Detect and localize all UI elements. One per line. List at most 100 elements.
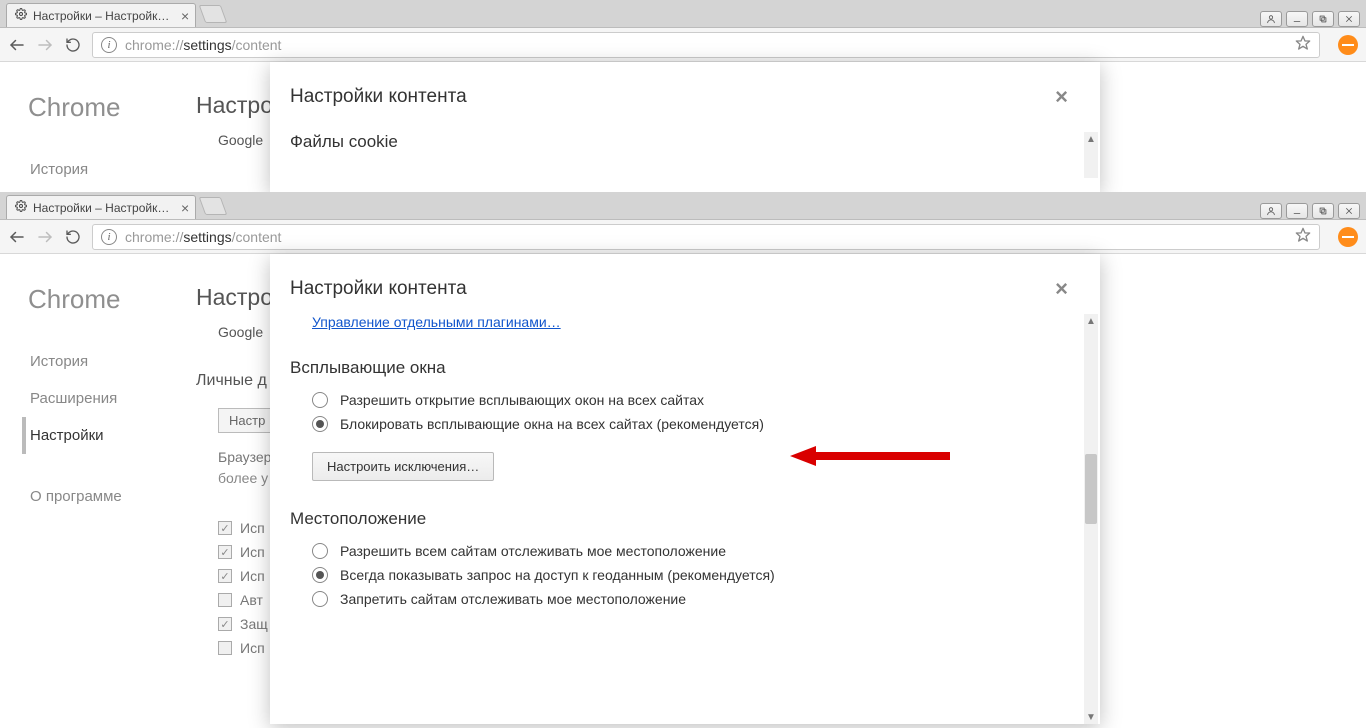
tab-title: Настройки – Настройки к…: [33, 9, 173, 23]
settings-text-more: более у: [218, 470, 268, 486]
settings-button-fragment[interactable]: Настр: [218, 408, 276, 433]
gear-icon: [15, 8, 27, 23]
checkbox-icon: ✓: [218, 569, 232, 583]
url-path: /content: [232, 229, 282, 245]
maximize-button[interactable]: [1312, 11, 1334, 27]
tab-title: Настройки – Настройки к…: [33, 201, 173, 215]
url-scheme: chrome:: [125, 229, 176, 245]
location-ask-label: Всегда показывать запрос на доступ к гео…: [340, 567, 775, 583]
popups-exceptions-button[interactable]: Настроить исключения…: [312, 452, 494, 481]
location-deny-option[interactable]: Запретить сайтам отслеживать мое местопо…: [312, 591, 1072, 607]
checkbox-icon: ✓: [218, 545, 232, 559]
tab-close-icon[interactable]: ×: [181, 201, 189, 215]
browser-tab[interactable]: Настройки – Настройки к… ×: [6, 3, 196, 27]
checkbox-icon: [218, 641, 232, 655]
close-window-button[interactable]: [1338, 203, 1360, 219]
gear-icon: [15, 200, 27, 215]
address-bar[interactable]: i chrome://settings/content: [92, 32, 1320, 58]
dialog-title: Настройки контента: [290, 278, 467, 300]
radio-icon: [312, 591, 328, 607]
popups-allow-label: Разрешить открытие всплывающих окон на в…: [340, 392, 704, 408]
forward-button[interactable]: [36, 228, 54, 246]
radio-icon: [312, 392, 328, 408]
back-button[interactable]: [8, 36, 26, 54]
settings-checkbox-row[interactable]: ✓Исп: [218, 520, 268, 536]
popups-block-option[interactable]: Блокировать всплывающие окна на всех сай…: [312, 416, 1072, 432]
reload-button[interactable]: [64, 228, 82, 246]
radio-icon: [312, 416, 328, 432]
radio-icon: [312, 567, 328, 583]
section-cookies-header: Файлы cookie: [290, 132, 1072, 152]
settings-checkbox-row[interactable]: ✓Исп: [218, 568, 268, 584]
settings-checkbox-row[interactable]: Авт: [218, 592, 268, 608]
checkbox-icon: ✓: [218, 521, 232, 535]
dialog-body: Управление отдельными плагинами… Всплыва…: [270, 314, 1100, 724]
popups-block-label: Блокировать всплывающие окна на всех сай…: [340, 416, 764, 432]
minimize-button[interactable]: [1286, 11, 1308, 27]
new-tab-button[interactable]: [199, 197, 228, 215]
browser-window-bottom: Настройки – Настройки к… × i chrome://se…: [0, 192, 1366, 728]
window-controls: [1260, 203, 1366, 219]
dialog-scrollbar[interactable]: ▲ ▼: [1084, 314, 1098, 724]
extension-adblock-icon[interactable]: [1338, 227, 1358, 247]
settings-checkbox-row[interactable]: ✓Защ: [218, 616, 268, 632]
location-allow-option[interactable]: Разрешить всем сайтам отслеживать мое ме…: [312, 543, 1072, 559]
back-button[interactable]: [8, 228, 26, 246]
address-bar[interactable]: i chrome://settings/content: [92, 224, 1320, 250]
dialog-body: Файлы cookie ▲: [270, 132, 1100, 178]
bookmark-star-icon[interactable]: [1295, 35, 1311, 54]
location-deny-label: Запретить сайтам отслеживать мое местопо…: [340, 591, 686, 607]
location-ask-option[interactable]: Всегда показывать запрос на доступ к гео…: [312, 567, 1072, 583]
checkbox-icon: ✓: [218, 617, 232, 631]
settings-sub-google: Google: [218, 324, 263, 340]
scroll-thumb[interactable]: [1085, 454, 1097, 524]
annotation-arrow-icon: [790, 444, 950, 468]
settings-section-personal: Личные д: [196, 372, 267, 390]
titlebar: Настройки – Настройки к… ×: [0, 192, 1366, 220]
content-settings-dialog: Настройки контента × Файлы cookie ▲: [270, 62, 1100, 192]
dialog-close-button[interactable]: ×: [1051, 278, 1072, 300]
dialog-title: Настройки контента: [290, 86, 467, 108]
site-info-icon[interactable]: i: [101, 37, 117, 53]
settings-text-browser: Браузер: [218, 449, 271, 465]
content-settings-dialog: Настройки контента × Управление отдельны…: [270, 254, 1100, 724]
url-host: settings: [183, 229, 231, 245]
window-controls: [1260, 11, 1366, 27]
scroll-down-icon[interactable]: ▼: [1084, 710, 1098, 724]
user-icon[interactable]: [1260, 203, 1282, 219]
user-icon[interactable]: [1260, 11, 1282, 27]
new-tab-button[interactable]: [199, 5, 228, 23]
maximize-button[interactable]: [1312, 203, 1334, 219]
manage-plugins-link[interactable]: Управление отдельными плагинами…: [312, 314, 561, 330]
dialog-header: Настройки контента ×: [270, 62, 1100, 122]
forward-button[interactable]: [36, 36, 54, 54]
settings-checkbox-row[interactable]: ✓Исп: [218, 544, 268, 560]
tab-close-icon[interactable]: ×: [181, 9, 189, 23]
extension-adblock-icon[interactable]: [1338, 35, 1358, 55]
scroll-up-icon[interactable]: ▲: [1084, 314, 1098, 328]
dialog-header: Настройки контента ×: [270, 254, 1100, 314]
titlebar: Настройки – Настройки к… ×: [0, 0, 1366, 28]
radio-icon: [312, 543, 328, 559]
dialog-close-button[interactable]: ×: [1051, 86, 1072, 108]
reload-button[interactable]: [64, 36, 82, 54]
page-content: Chrome Настрой Google История Расширения…: [0, 254, 1366, 728]
section-location-header: Местоположение: [290, 509, 1072, 529]
url-scheme: chrome:: [125, 37, 176, 53]
bookmark-star-icon[interactable]: [1295, 227, 1311, 246]
section-popups-header: Всплывающие окна: [290, 358, 1072, 378]
scroll-up-icon[interactable]: ▲: [1084, 132, 1098, 146]
toolbar: i chrome://settings/content: [0, 28, 1366, 62]
url-path: /content: [232, 37, 282, 53]
settings-checkbox-row[interactable]: Исп: [218, 640, 268, 656]
browser-window-top: Настройки – Настройки к… × i chrome://se…: [0, 0, 1366, 192]
page-content: Chrome Настрой Google История Расширения…: [0, 62, 1366, 192]
close-window-button[interactable]: [1338, 11, 1360, 27]
popups-allow-option[interactable]: Разрешить открытие всплывающих окон на в…: [312, 392, 1072, 408]
site-info-icon[interactable]: i: [101, 229, 117, 245]
toolbar: i chrome://settings/content: [0, 220, 1366, 254]
settings-sub-google: Google: [218, 132, 263, 148]
browser-tab[interactable]: Настройки – Настройки к… ×: [6, 195, 196, 219]
minimize-button[interactable]: [1286, 203, 1308, 219]
dialog-scrollbar[interactable]: ▲: [1084, 132, 1098, 178]
